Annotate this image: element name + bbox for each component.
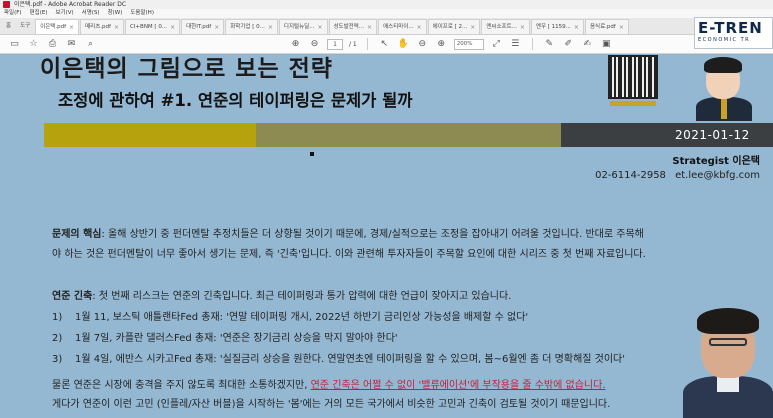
menu-help[interactable]: 도움말(H) bbox=[130, 9, 154, 18]
menu-bar: 파일(F) 편집(E) 보기(V) 서명(S) 창(W) 도움말(H) bbox=[0, 9, 773, 18]
tab-document[interactable]: 성도발전력... × bbox=[328, 19, 378, 34]
close-icon[interactable]: × bbox=[69, 20, 74, 34]
author-name: Strategist 이은택 bbox=[672, 156, 760, 167]
paragraph-label: 연준 긴축 bbox=[52, 291, 93, 302]
close-icon[interactable]: × bbox=[619, 20, 624, 34]
qr-label-bar bbox=[610, 101, 656, 106]
tab-document[interactable]: 화학기업 [ 0... × bbox=[225, 19, 278, 34]
fit-page-icon[interactable]: ⤢ bbox=[490, 38, 503, 51]
author-contact: 02-6114-2958 et.lee@kbfg.com bbox=[595, 170, 760, 181]
zoom-select[interactable]: 200% bbox=[453, 38, 484, 50]
author-email: et.lee@kbfg.com bbox=[675, 170, 760, 181]
author-caricature bbox=[692, 55, 756, 121]
tab-document[interactable]: 엔씨소프트... × bbox=[481, 19, 530, 34]
menu-file[interactable]: 파일(F) bbox=[4, 9, 22, 18]
page-total: / 1 bbox=[349, 40, 357, 48]
author-phone: 02-6114-2958 bbox=[595, 170, 666, 181]
tab-tools[interactable]: 도구 bbox=[16, 19, 35, 34]
close-icon[interactable]: × bbox=[417, 20, 422, 34]
toolbar-divider bbox=[366, 38, 368, 50]
close-icon[interactable]: × bbox=[574, 20, 579, 34]
report-title: 조정에 관하여 #1. 연준의 테이퍼링은 문제가 될까 bbox=[58, 91, 413, 110]
paragraph-line: 물론 연준은 시장에 충격을 주지 않도록 최대한 소통하겠지만, 연준 긴축은… bbox=[52, 380, 606, 391]
hand-tool-icon[interactable]: ✋ bbox=[397, 38, 410, 51]
paragraph-line: 게다가 연준이 이런 고민 (인플레/자산 버블)을 시작하는 '봄'에는 거의… bbox=[52, 399, 611, 410]
stamp-icon[interactable]: ▣ bbox=[600, 38, 613, 51]
select-cursor-icon[interactable]: ↖ bbox=[378, 38, 391, 51]
highlighted-text: 연준 긴축은 어쩔 수 없이 '밸류에이션'에 부작용을 줄 수밖에 없습니다. bbox=[310, 380, 606, 391]
toolbar-divider bbox=[531, 38, 533, 50]
paragraph-line: 연준 긴축: 첫 번째 리스크는 연준의 긴축입니다. 최근 테이퍼링과 통가 … bbox=[52, 291, 512, 302]
tab-document[interactable]: 대한IT.pdf × bbox=[181, 19, 225, 34]
tab-document[interactable]: 에이프로 [ 2... × bbox=[427, 19, 481, 34]
tab-document-active[interactable]: 이은택.pdf × bbox=[35, 19, 80, 34]
paragraph-label: 문제의 핵심 bbox=[52, 229, 102, 240]
page-number-input[interactable]: 1 bbox=[327, 38, 343, 50]
paragraph-line: 야 하는 것은 펀더멘탈이 너무 좋아서 생기는 문제, 즉 '긴축'입니다. … bbox=[52, 249, 646, 260]
menu-view[interactable]: 보기(V) bbox=[55, 9, 73, 18]
close-icon[interactable]: × bbox=[470, 20, 475, 34]
open-file-icon[interactable]: ▭ bbox=[8, 38, 21, 51]
menu-sign[interactable]: 서명(S) bbox=[82, 9, 100, 18]
tab-document[interactable]: 엔우 [ 1159... × bbox=[530, 19, 584, 34]
tab-document[interactable]: 애스티마이... × bbox=[378, 19, 427, 34]
sign-icon[interactable]: ✍ bbox=[581, 38, 594, 51]
tab-document[interactable]: 음식료.pdf × bbox=[584, 19, 629, 34]
tab-document[interactable]: 디지털뉴딜... × bbox=[278, 19, 328, 34]
highlight-icon[interactable]: ✐ bbox=[562, 38, 575, 51]
qr-code-image bbox=[608, 55, 658, 99]
mouse-cursor bbox=[310, 152, 314, 156]
close-icon[interactable]: × bbox=[170, 20, 175, 34]
webcam-presenter bbox=[683, 308, 773, 418]
close-icon[interactable]: × bbox=[114, 20, 119, 34]
acrobat-app-icon bbox=[3, 1, 10, 8]
zoom-out-icon[interactable]: ⊖ bbox=[416, 38, 429, 51]
close-icon[interactable]: × bbox=[317, 20, 322, 34]
close-icon[interactable]: × bbox=[520, 20, 525, 34]
bookmark-icon[interactable]: ☆ bbox=[27, 38, 40, 51]
window-title: 이은택.pdf - Adobe Acrobat Reader DC bbox=[14, 1, 127, 8]
paragraph-line: 문제의 핵심: 올해 상반기 중 펀더멘탈 추정치들은 더 상향될 것이기 때문… bbox=[52, 229, 644, 240]
menu-window[interactable]: 창(W) bbox=[108, 9, 123, 18]
scroll-mode-icon[interactable]: ☰ bbox=[509, 38, 522, 51]
window-titlebar: 이은택.pdf - Adobe Acrobat Reader DC bbox=[0, 0, 773, 9]
comment-icon[interactable]: ✎ bbox=[543, 38, 556, 51]
header-band: 2021-01-12 bbox=[44, 123, 773, 147]
e-trend-logo: E-TREN ECONOMIC TR bbox=[694, 17, 773, 49]
list-item: 3) 1월 4일, 에반스 시카고Fed 총재: '실질금리 상승을 원한다. … bbox=[52, 354, 626, 365]
close-icon[interactable]: × bbox=[214, 20, 219, 34]
tab-document[interactable]: 메리츠.pdf × bbox=[80, 19, 124, 34]
report-date: 2021-01-12 bbox=[561, 123, 773, 147]
document-page[interactable]: 이은택의 그림으로 보는 전략 조정에 관하여 #1. 연준의 테이퍼링은 문제… bbox=[0, 55, 773, 418]
list-item: 1) 1월 11, 보스틱 애틀랜타Fed 총재: '연말 테이퍼링 개시, 2… bbox=[52, 312, 529, 323]
tab-home[interactable]: 홈 bbox=[2, 19, 16, 34]
menu-edit[interactable]: 편집(E) bbox=[30, 9, 48, 18]
close-icon[interactable]: × bbox=[268, 20, 273, 34]
list-item: 2) 1월 7일, 카플란 댈러스Fed 총재: '연준은 장기금리 상승을 막… bbox=[52, 333, 398, 344]
report-series-title: 이은택의 그림으로 보는 전략 bbox=[40, 56, 333, 82]
tab-document[interactable]: CI+BNM [ 0... × bbox=[124, 19, 181, 34]
tab-bar: 홈 도구 이은택.pdf × 메리츠.pdf × CI+BNM [ 0... × 대한… bbox=[0, 18, 773, 35]
close-icon[interactable]: × bbox=[367, 20, 372, 34]
zoom-in-icon[interactable]: ⊕ bbox=[435, 38, 448, 51]
